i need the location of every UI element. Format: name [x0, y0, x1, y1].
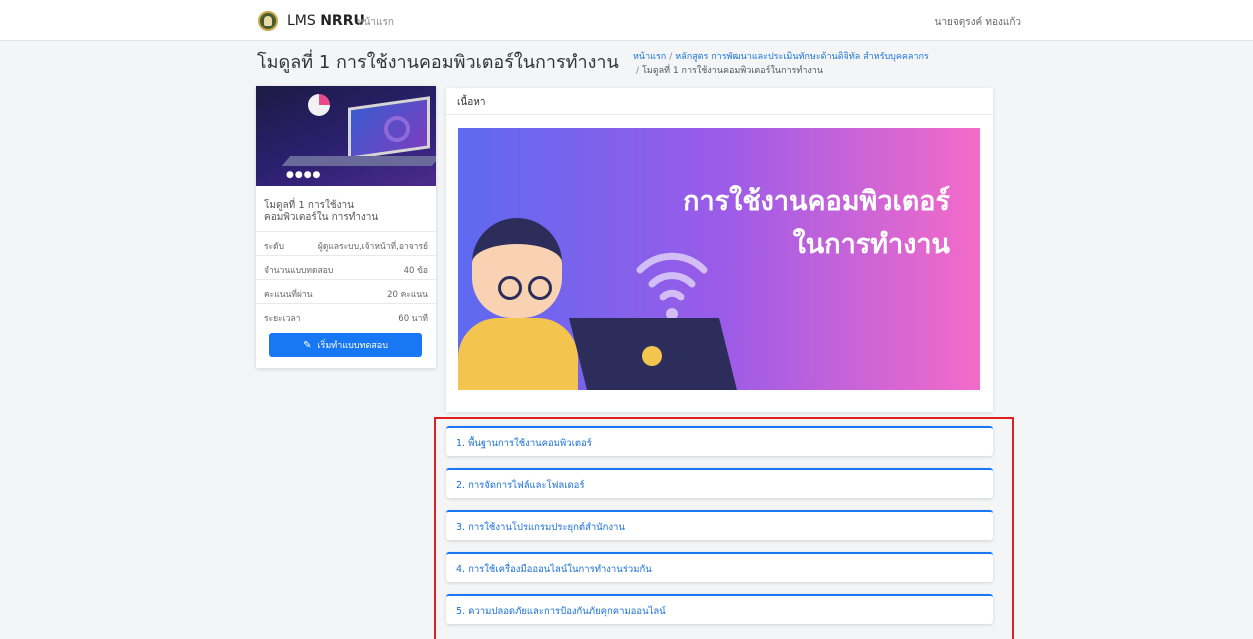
breadcrumb-home[interactable]: หน้าแรก	[633, 52, 666, 62]
ring-graphic	[384, 116, 410, 142]
glasses-graphic	[528, 276, 552, 300]
brand-prefix: LMS	[287, 13, 321, 29]
module-banner-image: การใช้งานคอมพิวเตอร์ ในการทำงาน	[458, 128, 980, 390]
person-body-graphic	[458, 318, 578, 390]
pencil-icon: ✎	[303, 339, 312, 351]
brand-text: LMS NRRU	[287, 13, 365, 29]
info-value: 20 คะแนน	[387, 290, 428, 300]
glasses-graphic	[498, 276, 522, 300]
info-value: 40 ข้อ	[403, 266, 428, 276]
info-label: คะแนนที่ผ่าน	[264, 290, 313, 300]
info-label: ระดับ	[264, 242, 285, 252]
breadcrumb: หน้าแรก / หลักสูตร การพัฒนาและประเมินทักษะ…	[633, 50, 933, 78]
module-cover-image: ●●●●	[256, 86, 436, 186]
university-seal-icon	[258, 11, 278, 31]
breadcrumb-separator: /	[636, 66, 640, 76]
info-row-duration: ระยะเวลา 60 นาที	[256, 303, 436, 327]
brand-logo[interactable]: LMS NRRU	[258, 11, 365, 31]
laptop-logo-graphic	[642, 346, 662, 366]
info-label: ระยะเวลา	[264, 314, 301, 324]
nav-home-link[interactable]: หน้าแรก	[357, 15, 394, 30]
laptop-base-graphic	[281, 156, 436, 166]
content-header: เนื้อหา	[446, 88, 993, 115]
info-value: 60 นาที	[398, 314, 428, 324]
content-card: เนื้อหา การใช้งานคอมพิวเตอร์ ในการทำงาน	[446, 88, 993, 412]
social-icons: ●●●●	[286, 170, 322, 180]
banner-title-line2: ในการทำงาน	[792, 229, 950, 260]
info-label: จำนวนแบบทดสอบ	[264, 266, 334, 276]
content-header-label: เนื้อหา	[457, 97, 486, 108]
info-row-question-count: จำนวนแบบทดสอบ 40 ข้อ	[256, 255, 436, 279]
wifi-icon	[636, 252, 708, 320]
start-quiz-button[interactable]: ✎ เริ่มทำแบบทดสอบ	[269, 333, 422, 357]
info-row-pass-score: คะแนนที่ผ่าน 20 คะแนน	[256, 279, 436, 303]
breadcrumb-separator: /	[669, 52, 673, 62]
person-head-graphic	[472, 218, 562, 318]
banner-title-line1: การใช้งานคอมพิวเตอร์	[683, 186, 950, 217]
info-value: ผู้ดูแลระบบ,เจ้าหน้าที่,อาจารย์	[317, 242, 428, 252]
module-info-card: ●●●● โมดูลที่ 1 การใช้งานคอมพิวเตอร์ใน ก…	[256, 86, 436, 368]
breadcrumb-course[interactable]: หลักสูตร การพัฒนาและประเมินทักษะด้านดิจิ…	[675, 52, 929, 62]
start-quiz-label: เริ่มทำแบบทดสอบ	[317, 341, 388, 351]
info-row-level: ระดับ ผู้ดูแลระบบ,เจ้าหน้าที่,อาจารย์	[256, 231, 436, 255]
pie-chart-graphic	[308, 94, 330, 116]
module-name: โมดูลที่ 1 การใช้งานคอมพิวเตอร์ใน การทำง…	[264, 200, 379, 223]
highlight-box	[434, 417, 1014, 639]
user-menu[interactable]: นายจตุรงค์ ทองแก้ว	[935, 15, 1021, 30]
top-navbar: LMS NRRU หน้าแรก นายจตุรงค์ ทองแก้ว	[0, 0, 1253, 41]
breadcrumb-current: โมดูลที่ 1 การใช้งานคอมพิวเตอร์ในการทำงา…	[642, 66, 823, 76]
page-title: โมดูลที่ 1 การใช้งานคอมพิวเตอร์ในการทำงา…	[257, 52, 619, 73]
